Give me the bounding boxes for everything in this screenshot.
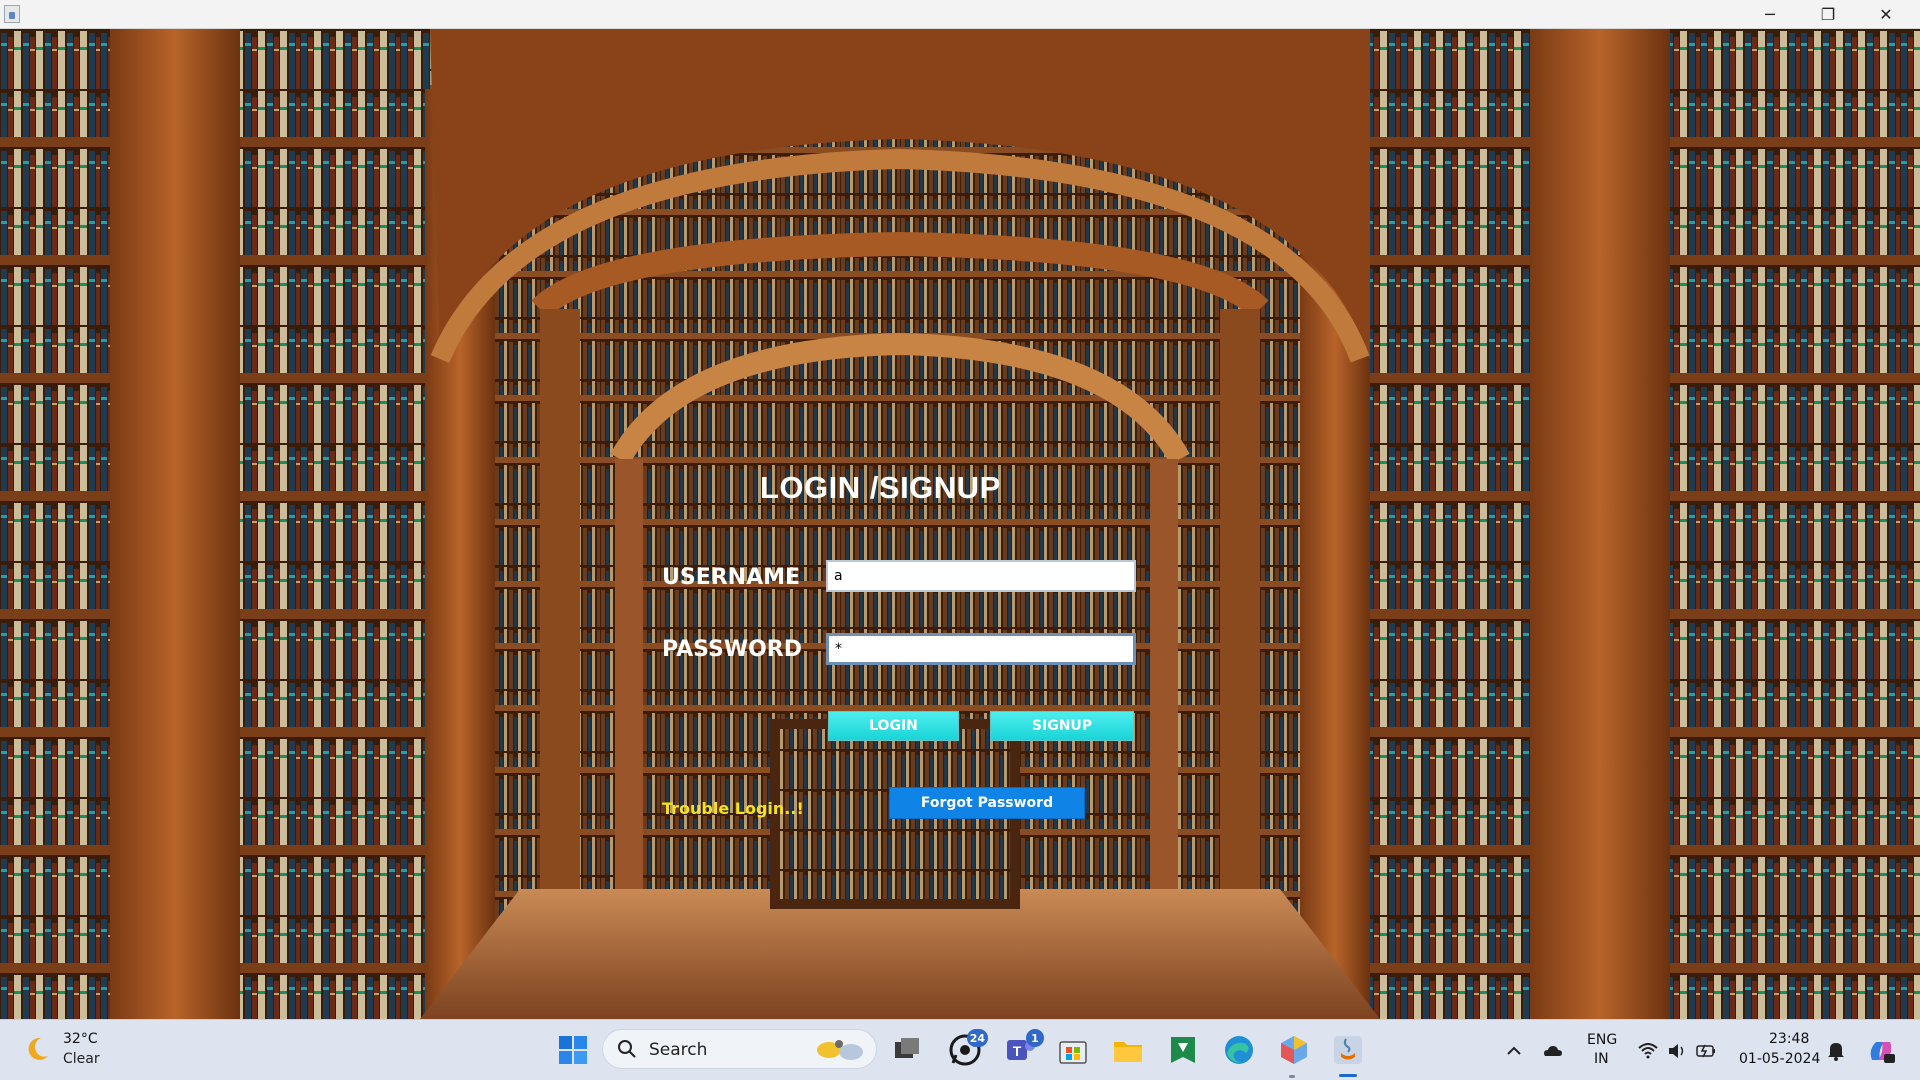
weather-condition[interactable]: Clear <box>63 1051 100 1067</box>
restore-button[interactable]: ❐ <box>1799 0 1857 29</box>
moon-icon[interactable] <box>22 1034 52 1064</box>
password-label: PASSWORD <box>662 637 803 662</box>
whatsapp-badge: 24 <box>966 1029 988 1047</box>
search-highlight-icon <box>817 1040 863 1060</box>
signup-button[interactable]: SIGNUP <box>990 711 1134 741</box>
windows-start-icon[interactable] <box>556 1033 590 1067</box>
active-app-indicator <box>1339 1074 1357 1077</box>
svg-text:T: T <box>1013 1043 1022 1059</box>
wifi-icon[interactable] <box>1637 1040 1659 1062</box>
store-icon[interactable] <box>1056 1033 1090 1067</box>
trouble-login-link[interactable]: Trouble Login..! <box>662 799 804 818</box>
search-icon <box>618 1040 636 1058</box>
whatsapp-app[interactable]: 24 <box>948 1029 988 1067</box>
language-indicator[interactable]: ENG <box>1587 1032 1617 1048</box>
username-label: USERNAME <box>662 565 801 590</box>
login-window-content: LOGIN /SIGNUP USERNAME PASSWORD LOGIN SI… <box>0 29 1920 1019</box>
password-input[interactable] <box>826 633 1136 665</box>
teams-app[interactable]: T 1 <box>1004 1029 1044 1067</box>
onedrive-cloud-icon[interactable] <box>1542 1040 1564 1062</box>
form-title: LOGIN /SIGNUP <box>760 470 1001 505</box>
weather-temperature[interactable]: 32°C <box>63 1031 98 1047</box>
search-placeholder: Search <box>649 1040 708 1060</box>
forgot-password-button[interactable]: Forgot Password <box>889 787 1085 819</box>
running-indicator <box>1289 1075 1295 1078</box>
window-title-bar: ─ ❐ ✕ <box>0 0 1920 29</box>
minimize-button[interactable]: ─ <box>1741 0 1799 29</box>
battery-icon[interactable] <box>1695 1040 1717 1062</box>
chevron-up-icon[interactable] <box>1503 1040 1525 1062</box>
notification-bell-icon[interactable] <box>1825 1040 1847 1062</box>
task-view-icon[interactable] <box>890 1033 924 1067</box>
close-button[interactable]: ✕ <box>1857 0 1915 29</box>
edge-icon[interactable] <box>1222 1033 1256 1067</box>
username-input[interactable] <box>826 560 1136 592</box>
shield-icon[interactable] <box>1166 1033 1200 1067</box>
taskbar: 32°C Clear Search 24 T 1 ENG IN 23:48 01… <box>0 1019 1920 1080</box>
gem-icon[interactable] <box>1277 1033 1311 1067</box>
clock-time[interactable]: 23:48 <box>1769 1031 1809 1047</box>
copilot-icon[interactable] <box>1866 1036 1896 1066</box>
volume-icon[interactable] <box>1666 1040 1688 1062</box>
folder-icon[interactable] <box>1111 1033 1145 1067</box>
teams-badge: 1 <box>1026 1029 1044 1047</box>
clock-date[interactable]: 01-05-2024 <box>1739 1051 1820 1067</box>
java-icon[interactable] <box>1331 1033 1365 1067</box>
language-region[interactable]: IN <box>1594 1051 1609 1067</box>
taskbar-search-box[interactable]: Search <box>602 1029 877 1069</box>
login-button[interactable]: LOGIN <box>828 711 959 741</box>
library-background-image <box>0 29 1920 1019</box>
java-app-icon <box>4 5 20 23</box>
